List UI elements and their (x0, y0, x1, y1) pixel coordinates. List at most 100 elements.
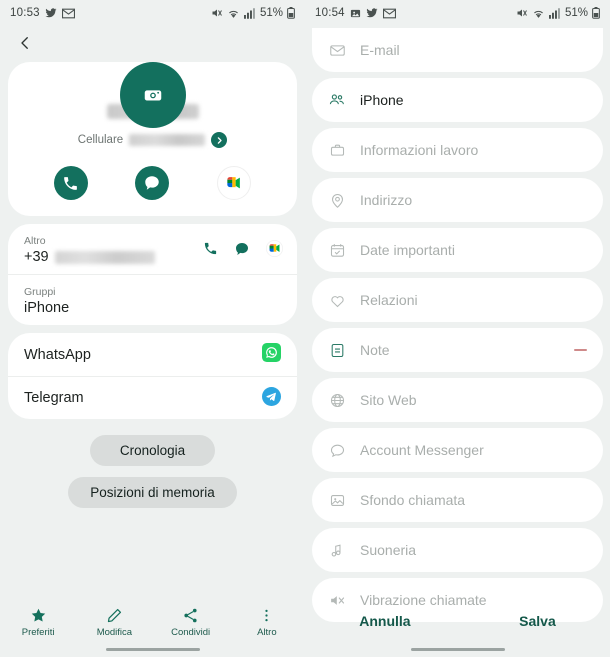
google-meet-icon (227, 177, 240, 189)
calendar-check-icon (326, 242, 348, 259)
status-bar-left: 10:53 51% (0, 0, 305, 26)
app-label: Telegram (24, 390, 84, 406)
back-icon[interactable] (16, 34, 34, 52)
battery-icon (592, 7, 600, 19)
app-label: WhatsApp (24, 346, 91, 363)
field-label: Account Messenger (360, 442, 484, 458)
field-row-note[interactable]: Note (312, 328, 603, 372)
message-action-button[interactable] (135, 166, 170, 200)
salva-button[interactable]: Salva (501, 609, 574, 633)
status-time: 10:54 (315, 7, 345, 19)
detail-row-gruppi[interactable]: Gruppi iPhone (8, 274, 297, 325)
field-label: Indirizzo (360, 192, 413, 208)
nav-item-condividi[interactable]: Condividi (160, 607, 222, 638)
call-action-button[interactable] (53, 166, 88, 200)
field-label: Date importanti (360, 242, 455, 258)
field-label: Relazioni (360, 292, 418, 308)
field-row-sfondo-chiamata[interactable]: Sfondo chiamata (312, 478, 603, 522)
signal-icon (548, 7, 561, 19)
field-row-indirizzo[interactable]: Indirizzo (312, 178, 603, 222)
nav-label: Modifica (96, 627, 133, 638)
location-pin-icon (326, 192, 348, 209)
status-bar-right: 10:54 51% (305, 0, 610, 26)
image-icon (326, 492, 348, 509)
nav-item-preferiti[interactable]: Preferiti (7, 607, 69, 638)
chat-bubble-icon[interactable] (234, 241, 250, 262)
annulla-button[interactable]: Annulla (341, 609, 428, 633)
google-meet-icon[interactable] (266, 240, 283, 262)
field-label: Note (360, 342, 390, 358)
pencil-icon (107, 608, 121, 623)
gesture-handle (410, 647, 505, 651)
edit-footer: Annulla Salva (305, 601, 610, 657)
music-note-icon (326, 542, 348, 559)
briefcase-icon (326, 142, 348, 159)
twitter-icon (45, 7, 57, 19)
field-label: iPhone (360, 92, 404, 108)
detail-row-altro[interactable]: Altro +39 (8, 224, 297, 274)
detail-row-actions (203, 240, 283, 262)
detail-value: iPhone (24, 300, 70, 316)
detail-label: Gruppi (24, 286, 56, 298)
phone-number-redacted (54, 250, 155, 264)
dual-screenshot: 10:53 51% Cellulare Altro +39 Gruppi iPh… (0, 0, 610, 657)
phone-icon (64, 176, 78, 190)
speech-bubble-icon (326, 442, 348, 459)
star-icon (31, 608, 45, 622)
field-row-sito-web[interactable]: Sito Web (312, 378, 603, 422)
contact-edit-fields-panel: 10:54 51% E-mail iPhone Informazioni lav… (305, 0, 610, 657)
app-row-whatsapp[interactable]: WhatsApp (8, 333, 297, 376)
primary-phone-label: Cellulare (77, 134, 124, 146)
battery-icon (287, 7, 295, 19)
mute-icon (211, 7, 223, 19)
twitter-icon (366, 7, 378, 19)
contact-hero: Cellulare (0, 62, 305, 216)
signal-icon (243, 7, 256, 19)
field-row-informazioni-lavoro[interactable]: Informazioni lavoro (312, 128, 603, 172)
more-vertical-icon (265, 609, 269, 622)
screenshot-icon (350, 8, 361, 19)
posizioni-memoria-button[interactable]: Posizioni di memoria (68, 477, 237, 508)
primary-phone-row[interactable]: Cellulare (8, 132, 297, 148)
status-time: 10:53 (10, 7, 40, 19)
avatar[interactable] (119, 62, 186, 128)
field-row-iphone[interactable]: iPhone (312, 78, 603, 122)
cronologia-button[interactable]: Cronologia (90, 435, 215, 466)
extra-buttons: Cronologia Posizioni di memoria (0, 435, 305, 508)
top-app-bar (0, 26, 305, 60)
field-label: Sfondo chiamata (360, 492, 466, 508)
field-row-relazioni[interactable]: Relazioni (312, 278, 603, 322)
wifi-icon (532, 8, 545, 19)
linked-apps-card: WhatsApp Telegram (8, 333, 297, 419)
phone-icon[interactable] (203, 241, 218, 261)
gmail-icon (61, 8, 75, 19)
app-row-telegram[interactable]: Telegram (8, 376, 297, 419)
nav-item-altro[interactable]: Altro (236, 607, 298, 638)
camera-icon (144, 90, 161, 101)
phone-prefix: +39 (24, 249, 49, 265)
note-icon (326, 342, 348, 359)
contact-details-panel: 10:53 51% Cellulare Altro +39 Gruppi iPh… (0, 0, 305, 657)
primary-phone-redacted (129, 134, 206, 146)
field-label: Suoneria (360, 542, 417, 558)
wifi-icon (227, 8, 240, 19)
gesture-handle (105, 647, 200, 651)
contact-details-card: Altro +39 Gruppi iPhone (8, 224, 297, 325)
whatsapp-icon[interactable] (262, 343, 281, 366)
nav-item-modifica[interactable]: Modifica (83, 607, 145, 638)
field-row-email[interactable]: E-mail (312, 28, 603, 72)
telegram-icon[interactable] (262, 386, 281, 410)
nav-label: Condividi (171, 627, 211, 638)
remove-field-icon[interactable] (574, 349, 587, 351)
chevron-right-icon[interactable] (211, 132, 228, 148)
field-row-date-importanti[interactable]: Date importanti (312, 228, 603, 272)
gmail-icon (382, 8, 396, 19)
meet-action-button[interactable] (217, 166, 252, 200)
field-label: Informazioni lavoro (360, 142, 479, 158)
field-label: Sito Web (360, 392, 417, 408)
field-row-suoneria[interactable]: Suoneria (312, 528, 603, 572)
battery-percent: 51% (259, 7, 283, 19)
envelope-icon (326, 42, 348, 59)
field-row-account-messenger[interactable]: Account Messenger (312, 428, 603, 472)
globe-icon (326, 392, 348, 409)
